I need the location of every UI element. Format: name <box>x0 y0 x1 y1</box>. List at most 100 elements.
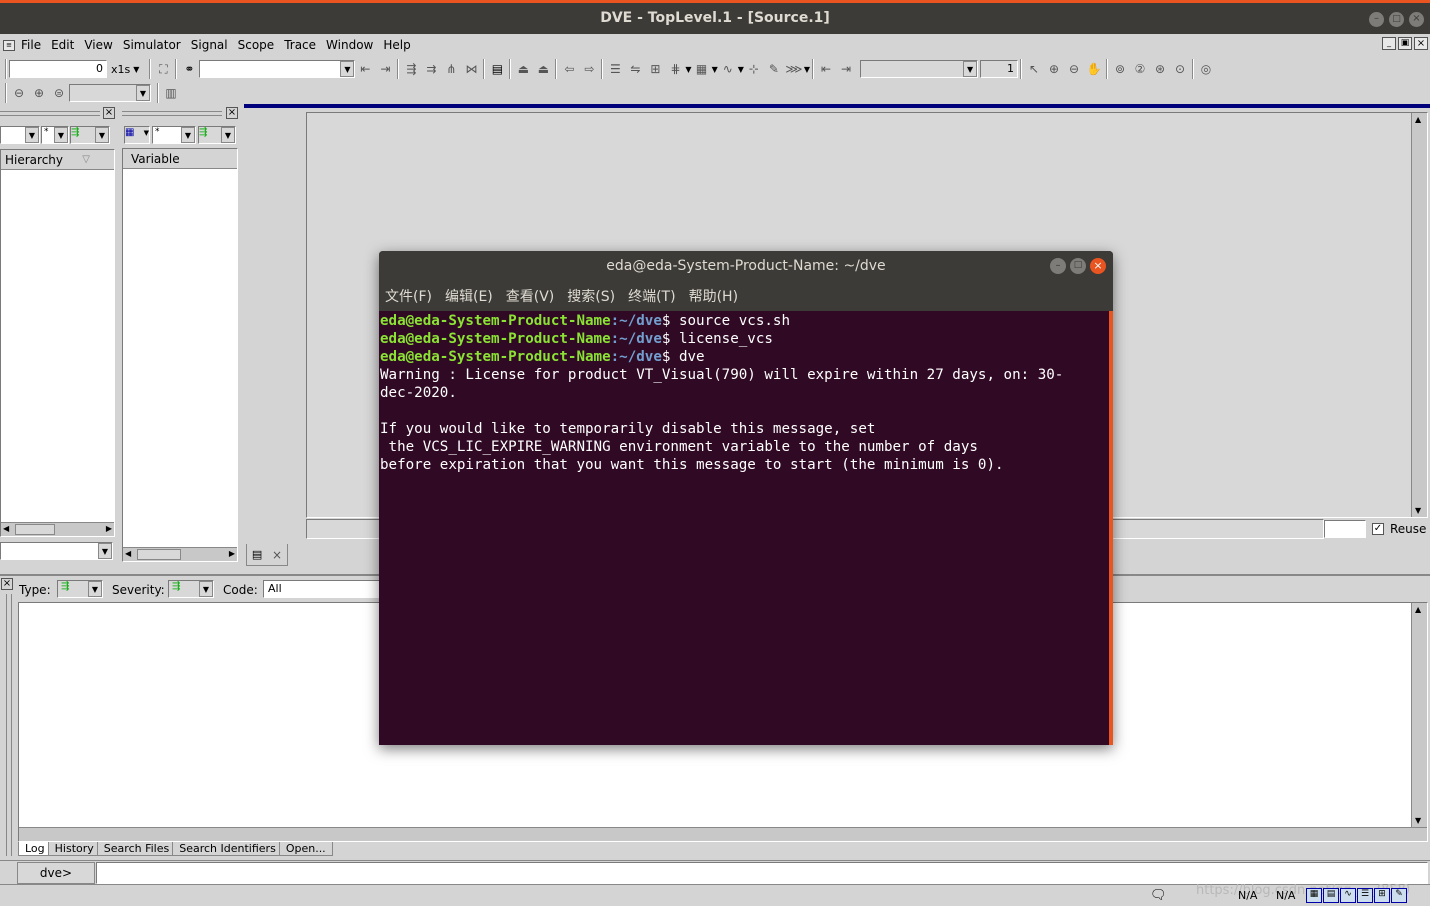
search-combo[interactable]: ▼ <box>199 60 356 78</box>
filter-icon[interactable]: ▽ <box>82 154 90 165</box>
terminal-menu-item[interactable]: 帮助(H) <box>689 286 738 306</box>
search-wave-icon[interactable]: ∿ <box>718 59 738 79</box>
path-icon[interactable]: ⋕ <box>665 59 685 79</box>
zoom-next-icon[interactable]: ⊕ <box>29 83 49 103</box>
maximize-icon[interactable]: □ <box>1389 12 1404 27</box>
bus-icon[interactable]: ⋙ <box>784 59 804 79</box>
terminal-close-icon[interactable]: × <box>1090 258 1106 274</box>
menu-view[interactable]: View <box>84 38 112 52</box>
trace-x-icon[interactable]: ⋔ <box>441 59 461 79</box>
prev-edge-icon[interactable]: ⇤ <box>816 59 836 79</box>
variable-list[interactable]: Variable ◀ ▶ <box>122 148 238 562</box>
terminal-menu-item[interactable]: 文件(F) <box>385 286 432 306</box>
close-tab-icon[interactable]: × <box>272 548 282 562</box>
zoom-time-icon[interactable]: ◎ <box>1196 59 1216 79</box>
up-scope-icon[interactable]: ⏏ <box>513 59 533 79</box>
console-tab-history[interactable]: History <box>47 842 101 856</box>
zoom-prev-icon[interactable]: ⊖ <box>9 83 29 103</box>
chevron-down-icon[interactable]: ▼ <box>804 65 810 74</box>
trace-icon[interactable]: ⋈ <box>461 59 481 79</box>
page-input[interactable]: 1 <box>980 60 1019 78</box>
back-icon[interactable]: ⇦ <box>559 59 579 79</box>
forward-icon[interactable]: ⇨ <box>579 59 599 79</box>
zoom-reset-icon[interactable]: ⊜ <box>49 83 69 103</box>
edge-combo[interactable]: ▼ <box>860 60 979 78</box>
hierarchy-type-select[interactable]: ▼ <box>0 126 40 144</box>
down-scope-icon[interactable]: ⏏ <box>533 59 553 79</box>
status-schem-icon[interactable]: ⊞ <box>1374 888 1390 903</box>
source-doc-tab[interactable]: ▤ × <box>246 544 288 566</box>
hierarchy-filter-select[interactable]: * ▼ <box>41 126 69 144</box>
terminal-maximize-icon[interactable]: □ <box>1070 258 1086 274</box>
zoom-full-icon[interactable]: ⊙ <box>1170 59 1190 79</box>
grid-icon[interactable]: ▥ <box>161 83 181 103</box>
terminal-menu-item[interactable]: 查看(V) <box>506 286 555 306</box>
wave-icon[interactable]: ⇋ <box>625 59 645 79</box>
zoom-2-icon[interactable]: ② <box>1130 59 1150 79</box>
mdi-minimize-icon[interactable]: _ <box>1382 37 1396 50</box>
edit-icon[interactable]: ✎ <box>764 59 784 79</box>
code-input[interactable]: All <box>263 580 383 598</box>
message-icon[interactable]: 🗨 <box>1150 888 1167 903</box>
menu-simulator[interactable]: Simulator <box>123 38 181 52</box>
variable-header[interactable]: Variable <box>131 152 180 166</box>
list-icon[interactable]: ☰ <box>605 59 625 79</box>
status-hier-icon[interactable]: ▦ <box>1306 888 1322 903</box>
source-icon[interactable]: ▤ <box>487 59 507 79</box>
menu-file[interactable]: File <box>21 38 41 52</box>
terminal-minimize-icon[interactable]: – <box>1050 258 1066 274</box>
log-hscroll[interactable] <box>19 827 1427 841</box>
console-close-icon[interactable]: × <box>1 578 13 590</box>
terminal-titlebar[interactable]: eda@eda-System-Product-Name: ~/dve – □ × <box>379 251 1113 281</box>
memory-icon[interactable]: ▦ <box>692 59 712 79</box>
next-edge-icon[interactable]: ⇥ <box>836 59 856 79</box>
binoculars-icon[interactable]: ⚭ <box>179 59 199 79</box>
zoom-fit-icon[interactable]: ⊚ <box>1110 59 1130 79</box>
mdi-restore-icon[interactable]: ▣ <box>1398 37 1412 50</box>
zoom-region-icon[interactable]: ⊛ <box>1150 59 1170 79</box>
terminal-menu-item[interactable]: 搜索(S) <box>567 286 615 306</box>
hierarchy-panel-close-icon[interactable]: × <box>103 107 115 119</box>
time-input[interactable]: 0 <box>9 60 107 78</box>
terminal-content[interactable]: eda@eda-System-Product-Name:~/dve$ sourc… <box>380 312 1108 474</box>
severity-select[interactable]: ⇶ ▼ <box>168 580 214 598</box>
zoom-combo[interactable]: ▼ <box>69 84 151 102</box>
terminal-menu-item[interactable]: 终端(T) <box>628 286 675 306</box>
variable-panel-close-icon[interactable]: × <box>226 107 238 119</box>
type-select[interactable]: ⇶ ▼ <box>57 580 103 598</box>
variable-hscroll[interactable]: ◀ ▶ <box>123 547 237 561</box>
terminal-menu-item[interactable]: 编辑(E) <box>445 286 493 306</box>
command-input[interactable] <box>96 862 1428 884</box>
status-list-icon[interactable]: ☰ <box>1357 888 1373 903</box>
hand-icon[interactable]: ✋ <box>1084 59 1104 79</box>
menu-edit[interactable]: Edit <box>51 38 74 52</box>
menu-signal[interactable]: Signal <box>191 38 228 52</box>
console-tab-search-identifiers[interactable]: Search Identifiers <box>172 842 283 856</box>
find-prev-icon[interactable]: ⇤ <box>355 59 375 79</box>
expand-icon[interactable]: ⊹ <box>744 59 764 79</box>
hierarchy-signal-select[interactable]: ⇶ ▼ <box>70 126 110 144</box>
zoom-in-icon[interactable]: ⊕ <box>1044 59 1064 79</box>
hierarchy-tree[interactable]: Hierarchy ▽ ◀ ▶ <box>0 149 115 537</box>
console-tab-log[interactable]: Log <box>18 842 52 856</box>
minimize-icon[interactable]: – <box>1369 12 1384 27</box>
variable-type-select[interactable]: ▦ ▼ <box>124 126 150 144</box>
hierarchy-hscroll[interactable]: ◀ ▶ <box>1 522 114 536</box>
status-data-icon[interactable]: ▤ <box>1323 888 1339 903</box>
zoom-out-icon[interactable]: ⊖ <box>1064 59 1084 79</box>
step-icon[interactable]: ⛶ <box>153 59 173 79</box>
variable-filter-select[interactable]: * ▼ <box>152 126 196 144</box>
menu-window[interactable]: Window <box>326 38 373 52</box>
source-goto-input[interactable] <box>1324 520 1366 538</box>
close-icon[interactable]: × <box>1409 12 1424 27</box>
hierarchy-header[interactable]: Hierarchy <box>5 153 63 167</box>
app-menu-icon[interactable]: ≡ <box>3 39 15 51</box>
find-next-icon[interactable]: ⇥ <box>375 59 395 79</box>
status-wave-icon[interactable]: ∿ <box>1340 888 1356 903</box>
log-vscroll[interactable]: ▲ ▼ <box>1411 603 1427 827</box>
menu-help[interactable]: Help <box>383 38 410 52</box>
mdi-close-icon[interactable]: × <box>1414 37 1428 50</box>
variable-signal-select[interactable]: ⇶ ▼ <box>198 126 236 144</box>
pointer-icon[interactable]: ↖ <box>1024 59 1044 79</box>
source-vscroll[interactable]: ▲ ▼ <box>1411 113 1427 517</box>
